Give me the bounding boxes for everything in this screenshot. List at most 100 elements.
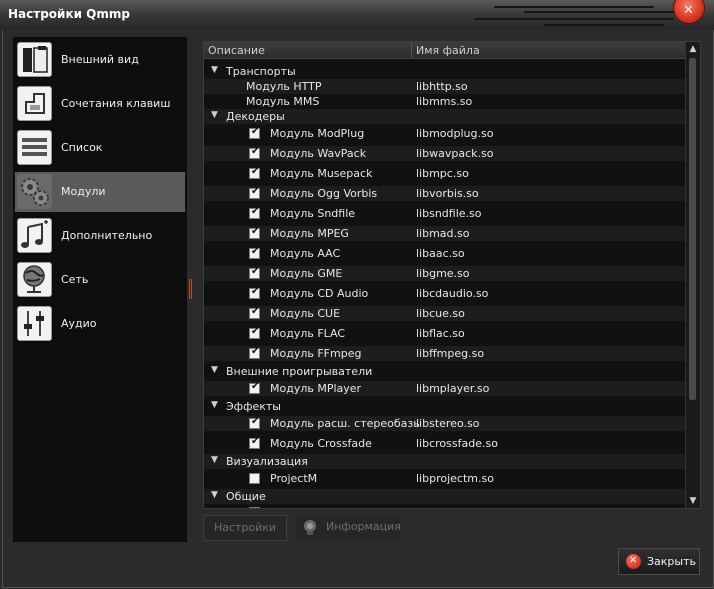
group-label: Общие — [226, 490, 266, 503]
module-checkbox[interactable] — [249, 286, 260, 299]
tree-row[interactable]: Модуль MMS libmms.so — [204, 94, 686, 109]
tree-row[interactable]: Модуль Ogg Vorbis libvorbis.so — [204, 186, 686, 201]
tree-header: Описание Имя файла — [204, 42, 686, 59]
chevron-down-icon[interactable]: ▼ — [211, 110, 218, 120]
module-checkbox[interactable] — [249, 166, 260, 179]
module-file: libstereo.so — [416, 417, 480, 430]
module-checkbox[interactable] — [249, 306, 260, 319]
tree-row[interactable]: Модуль WavPack libwavpack.so — [204, 146, 686, 161]
module-checkbox[interactable] — [249, 266, 260, 279]
scroll-down-icon[interactable]: ▼ — [687, 495, 699, 507]
title-bar[interactable]: Настройки Qmmp ✕ — [0, 0, 714, 30]
sidebar-item-label: Список — [61, 141, 103, 154]
tree-row[interactable]: Модуль GME libgme.so — [204, 266, 686, 281]
sidebar-item-shortcuts[interactable]: Сочетания клавиш — [15, 84, 185, 124]
tree-row[interactable]: Модуль FLAC libflac.so — [204, 326, 686, 341]
module-file: libgme.so — [416, 267, 470, 280]
tree-row[interactable]: Модуль ModPlug libmodplug.so — [204, 126, 686, 141]
chevron-down-icon[interactable]: ▼ — [211, 365, 218, 375]
sidebar-item-playlist[interactable]: Список — [15, 128, 185, 168]
scrollbar-thumb[interactable] — [689, 58, 696, 400]
close-dialog-button[interactable]: Закрыть — [618, 548, 700, 575]
module-info-button[interactable]: Информация — [296, 515, 401, 541]
module-checkbox[interactable] — [249, 507, 260, 508]
close-icon — [626, 548, 641, 573]
network-globe-icon — [17, 262, 52, 297]
chevron-down-icon[interactable]: ▼ — [211, 490, 218, 500]
chevron-down-icon[interactable]: ▼ — [211, 455, 218, 465]
module-checkbox[interactable] — [249, 226, 260, 239]
module-file: libprojectm.so — [416, 472, 494, 485]
module-checkbox[interactable] — [249, 381, 260, 394]
module-file: libcrossfade.so — [416, 437, 498, 450]
tree-row[interactable]: Модуль CUE libcue.so — [204, 306, 686, 321]
close-button-label: Закрыть — [647, 555, 696, 568]
chevron-down-icon[interactable]: ▼ — [211, 400, 218, 410]
module-checkbox[interactable] — [249, 206, 260, 219]
column-header-filename[interactable]: Имя файла — [416, 44, 480, 57]
sidebar-item-appearance[interactable]: Внешний вид — [15, 40, 185, 80]
sidebar-item-advanced[interactable]: Дополнительно — [15, 216, 185, 256]
module-name: Модуль Crossfade — [270, 437, 372, 450]
tree-row[interactable]: Модуль FFmpeg libffmpeg.so — [204, 346, 686, 361]
column-separator[interactable] — [411, 42, 412, 58]
tree-row[interactable]: Модуль MPEG libmad.so — [204, 226, 686, 241]
module-checkbox[interactable] — [249, 416, 260, 429]
sidebar-item-label: Сеть — [61, 273, 89, 286]
column-header-description[interactable]: Описание — [208, 44, 265, 57]
tree-group-external-players[interactable]: ▼ Внешние проигрыватели — [204, 364, 686, 379]
appearance-icon — [17, 42, 52, 77]
tree-row[interactable]: Модуль Musepack libmpc.so — [204, 166, 686, 181]
window-title: Настройки Qmmp — [8, 7, 130, 21]
sidebar-item-plugins[interactable]: Модули — [15, 172, 185, 212]
tree-row[interactable]: Модуль Crossfade libcrossfade.so — [204, 436, 686, 451]
group-label: Визуализация — [226, 455, 308, 468]
sidebar-item-network[interactable]: Сеть — [15, 260, 185, 300]
tree-group-effects[interactable]: ▼ Эффекты — [204, 399, 686, 414]
module-checkbox[interactable] — [249, 326, 260, 339]
module-checkbox[interactable] — [249, 346, 260, 359]
group-label: Внешние проигрыватели — [226, 365, 373, 378]
tree-group-visualization[interactable]: ▼ Визуализация — [204, 454, 686, 469]
lightbulb-info-icon — [302, 519, 318, 537]
module-file: libmodplug.so — [416, 127, 494, 140]
group-label: Декодеры — [226, 110, 285, 123]
module-name: Модуль AAC — [270, 247, 341, 260]
tree-group-decoders[interactable]: ▼ Декодеры — [204, 109, 686, 124]
module-checkbox[interactable] — [249, 436, 260, 449]
modules-tree[interactable]: Описание Имя файла ▼ Транспорты Модуль H… — [203, 41, 701, 509]
sidebar-splitter-handle[interactable] — [189, 279, 192, 299]
scroll-up-icon[interactable]: ▲ — [687, 43, 699, 55]
module-file: libcdaudio.so — [416, 287, 489, 300]
tree-vertical-scrollbar[interactable]: ▲ ▼ — [685, 42, 700, 508]
module-file: libaac.so — [416, 247, 465, 260]
module-file: libsndfile.so — [416, 207, 482, 220]
audio-sliders-icon — [17, 306, 52, 341]
tree-row[interactable]: ProjectM libprojectm.so — [204, 471, 686, 486]
tree-row[interactable]: Модуль расш. стереобазы libstereo.so — [204, 416, 686, 431]
plugins-gears-icon — [17, 174, 52, 209]
tree-row[interactable]: Модуль CD Audio libcdaudio.so — [204, 286, 686, 301]
module-checkbox[interactable] — [249, 126, 260, 139]
module-checkbox[interactable] — [249, 146, 260, 159]
module-checkbox[interactable] — [249, 473, 260, 484]
tree-group-general[interactable]: ▼ Общие — [204, 489, 686, 504]
chevron-down-icon[interactable]: ▼ — [211, 65, 218, 75]
module-name: Модуль MPlayer — [270, 382, 362, 395]
group-label: Транспорты — [226, 65, 296, 78]
module-checkbox[interactable] — [249, 186, 260, 199]
tree-row[interactable]: Модуль HTTP libhttp.so — [204, 79, 686, 94]
tree-row-partial[interactable] — [204, 505, 686, 508]
tree-row[interactable]: Модуль AAC libaac.so — [204, 246, 686, 261]
tree-row[interactable]: Модуль Sndfile libsndfile.so — [204, 206, 686, 221]
module-file: libflac.so — [416, 327, 465, 340]
tree-row[interactable]: Модуль MPlayer libmplayer.so — [204, 381, 686, 396]
module-settings-button[interactable]: Настройки — [203, 515, 287, 541]
module-file: libmplayer.so — [416, 382, 490, 395]
shortcuts-icon — [17, 86, 52, 121]
module-name: ProjectM — [270, 472, 318, 485]
module-name: Модуль FLAC — [270, 327, 346, 340]
sidebar-item-audio[interactable]: Аудио — [15, 304, 185, 344]
module-checkbox[interactable] — [249, 246, 260, 259]
tree-group-transports[interactable]: ▼ Транспорты — [204, 64, 686, 79]
